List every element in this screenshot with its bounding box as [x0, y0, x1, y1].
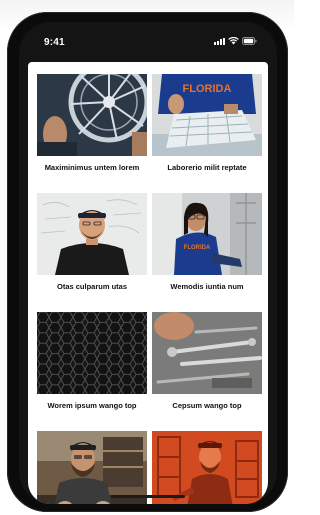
grid-card[interactable] [37, 431, 147, 504]
grid-card[interactable]: FLORIDA Wemodis iuntia num [152, 193, 262, 291]
content-area: Maximinimus untem lorem FLORIDA Laboreri… [28, 62, 268, 504]
svg-text:FLORIDA: FLORIDA [184, 245, 211, 251]
man-whiteboard-photo [37, 193, 147, 275]
grid-card[interactable]: Cepsum wango top [152, 312, 262, 410]
home-indicator[interactable] [111, 495, 185, 498]
grid-card[interactable]: FLORIDA Laborerio milit reptate [152, 74, 262, 172]
battery-icon [242, 37, 257, 45]
tools-photo [152, 312, 262, 394]
card-caption: Laborerio milit reptate [167, 163, 247, 172]
card-caption: Wemodis iuntia num [170, 282, 244, 291]
status-bar: 9:41 [19, 22, 277, 62]
signal-icon [214, 37, 225, 45]
grid-card[interactable] [152, 431, 262, 504]
grid-card[interactable]: Worem ipsum wango top [37, 312, 147, 410]
phone-frame: 9:41 Maximinimus untem lorem FLORIDA Lab… [7, 12, 288, 512]
grid-card[interactable]: Otas culparum utas [37, 193, 147, 291]
svg-text:FLORIDA: FLORIDA [183, 83, 232, 95]
workshop-man-photo [37, 431, 147, 504]
wheel-photo [37, 74, 147, 156]
card-caption: Cepsum wango top [172, 401, 242, 410]
wifi-icon [228, 37, 239, 45]
card-caption: Otas culparum utas [56, 282, 128, 291]
phone-screen: 9:41 Maximinimus untem lorem FLORIDA Lab… [19, 22, 277, 504]
honeycomb-photo [37, 312, 147, 394]
grid-card[interactable]: Maximinimus untem lorem [37, 74, 147, 172]
woman-florida-photo: FLORIDA [152, 193, 262, 275]
card-caption: Maximinimus untem lorem [44, 163, 140, 172]
orange-lab-photo [152, 431, 262, 504]
florida-student-photo: FLORIDA [152, 74, 262, 156]
card-caption: Worem ipsum wango top [47, 401, 137, 410]
status-icons [214, 37, 257, 45]
status-time: 9:41 [44, 37, 65, 48]
